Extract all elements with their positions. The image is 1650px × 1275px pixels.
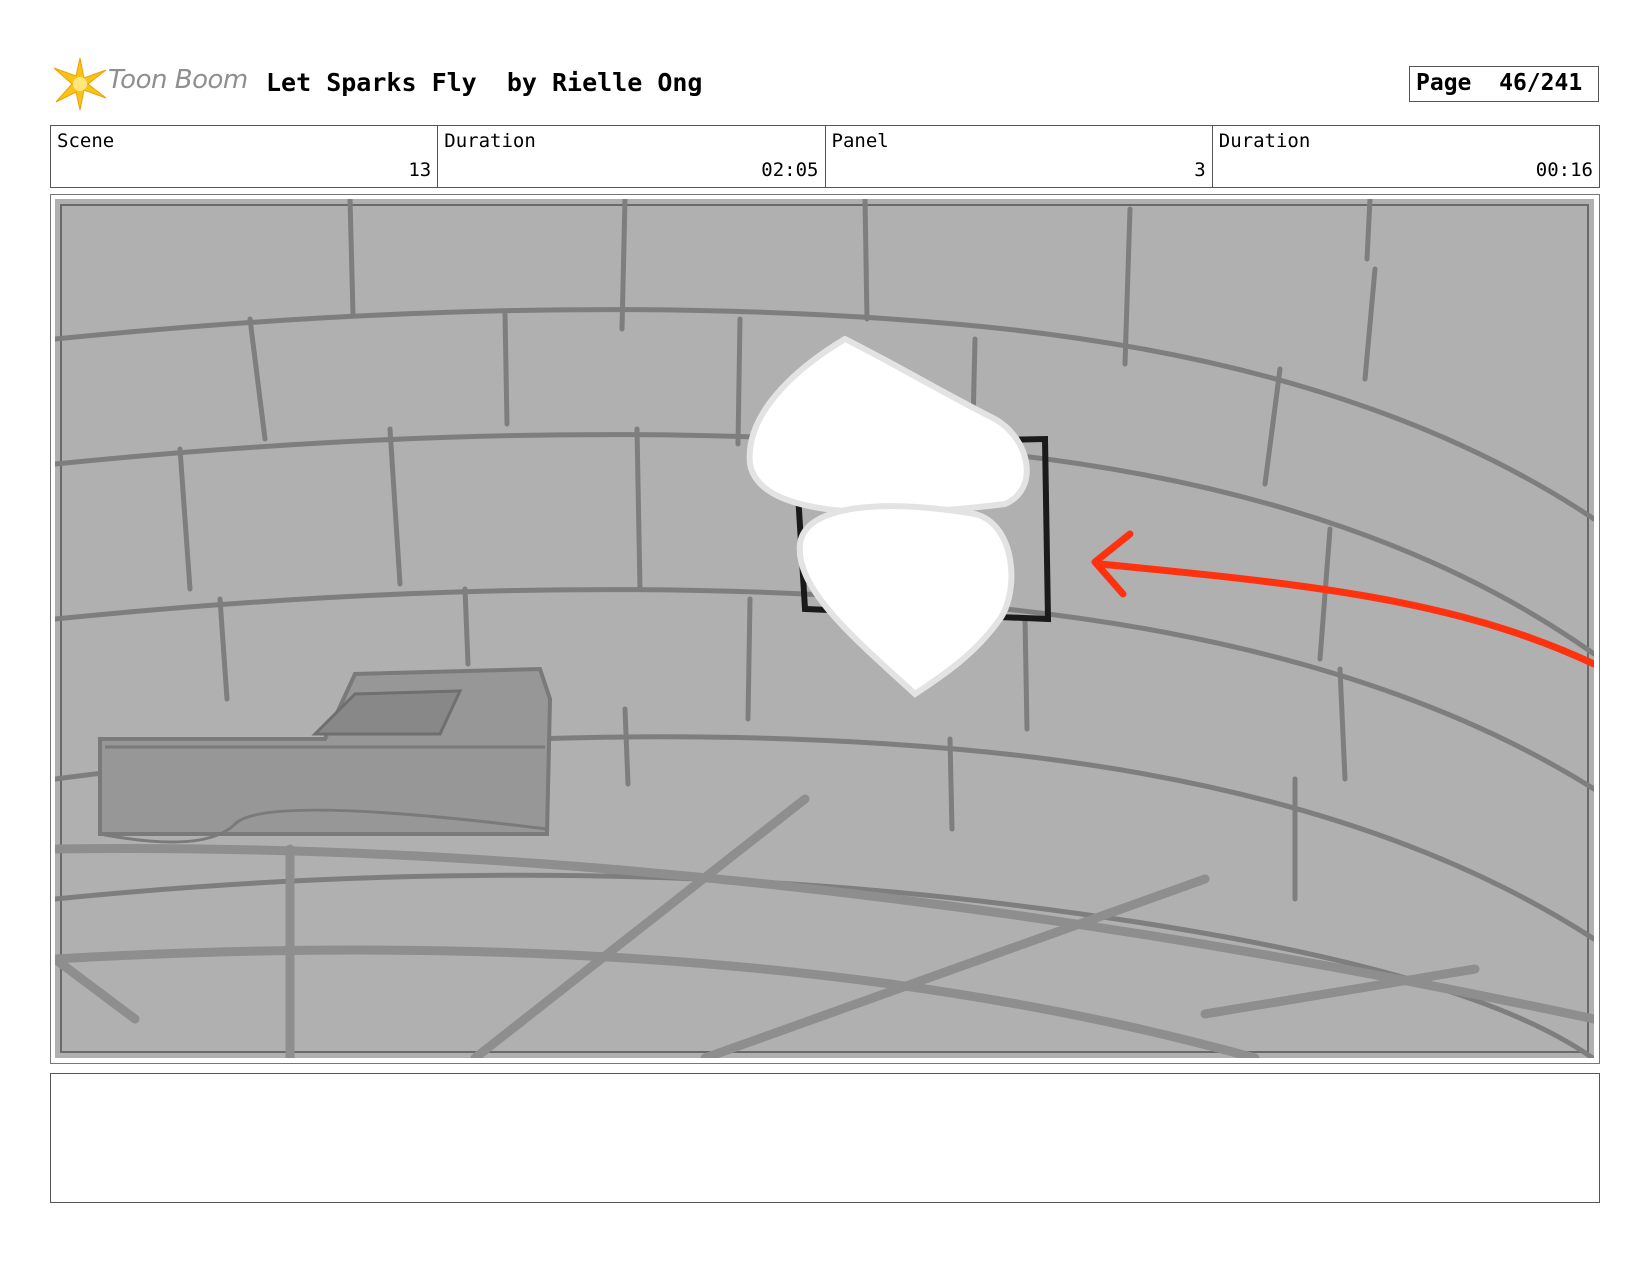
page-label: Page bbox=[1416, 70, 1472, 96]
page-number: 46/241 bbox=[1499, 70, 1583, 96]
scene-value: 13 bbox=[408, 159, 432, 181]
panel-cell: Panel 3 bbox=[826, 126, 1213, 187]
scene-label: Scene bbox=[57, 130, 115, 152]
panel-frame bbox=[50, 194, 1600, 1064]
panel-sketch bbox=[55, 199, 1594, 1058]
scene-duration-cell: Duration 02:05 bbox=[438, 126, 826, 187]
spark-star-icon bbox=[53, 57, 107, 111]
panel-duration-value: 00:16 bbox=[1535, 159, 1593, 181]
panel-label: Panel bbox=[831, 130, 889, 152]
scene-duration-label: Duration bbox=[444, 130, 536, 152]
panel-duration-cell: Duration 00:16 bbox=[1213, 126, 1599, 187]
scene-duration-value: 02:05 bbox=[761, 159, 819, 181]
toon-boom-logo: Toon Boom bbox=[52, 56, 252, 112]
panel-value: 3 bbox=[1194, 159, 1206, 181]
notes-box bbox=[50, 1073, 1600, 1203]
logo-text: Toon Boom bbox=[108, 65, 248, 95]
page-indicator: Page 46/241 bbox=[1409, 66, 1599, 102]
storyboard-title: Let Sparks Fly by Rielle Ong bbox=[266, 68, 703, 97]
panel-info-row: Scene 13 Duration 02:05 Panel 3 Duration… bbox=[50, 125, 1600, 188]
scene-cell: Scene 13 bbox=[51, 126, 439, 187]
panel-duration-label: Duration bbox=[1218, 130, 1311, 152]
